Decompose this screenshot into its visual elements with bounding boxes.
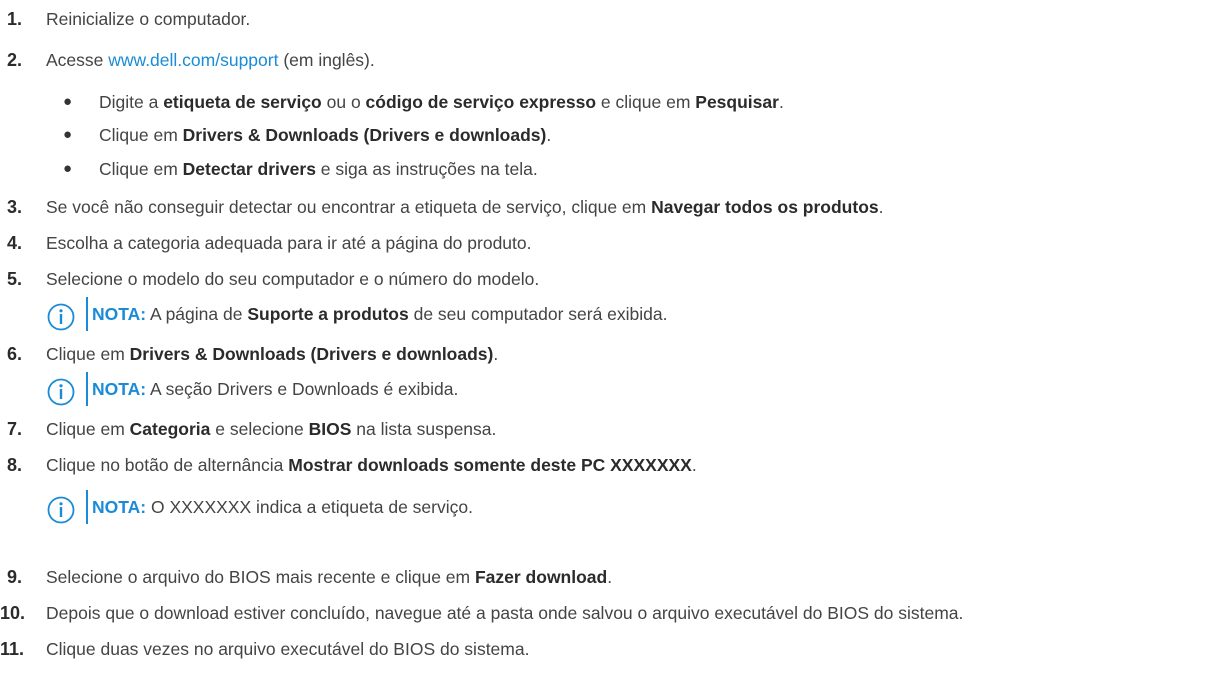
step-number: 8. <box>7 455 23 475</box>
step-number: 9. <box>7 567 23 587</box>
step-text: Escolha a categoria adequada para ir até… <box>46 233 532 253</box>
info-icon <box>47 303 75 331</box>
info-icon <box>47 378 75 406</box>
bullet-text: Digite a etiqueta de serviço ou o código… <box>99 92 784 112</box>
bullet-marker: ● <box>63 126 73 143</box>
step-number: 1. <box>7 9 23 29</box>
info-icon <box>47 496 75 524</box>
step-number: 3. <box>7 197 23 217</box>
bullet-marker: ● <box>63 93 73 110</box>
step-number: 2. <box>7 50 23 70</box>
step-number: 11. <box>0 639 25 659</box>
step-number: 5. <box>7 269 23 289</box>
step-text: Clique em Categoria e selecione BIOS na … <box>46 419 497 439</box>
note-divider <box>86 372 88 406</box>
bullet-text: Clique em Drivers & Downloads (Drivers e… <box>99 125 552 145</box>
note-divider <box>86 297 88 331</box>
step-text: Selecione o modelo do seu computador e o… <box>46 269 540 289</box>
step-text: Clique no botão de alternância Mostrar d… <box>46 455 697 475</box>
step-text: Reinicialize o computador. <box>46 9 251 29</box>
step-number: 6. <box>7 344 23 364</box>
dell-support-link[interactable]: www.dell.com/support <box>108 50 278 70</box>
note-divider <box>86 490 88 524</box>
note-text: NOTA: A página de Suporte a produtos de … <box>92 304 668 324</box>
bullet-marker: ● <box>63 160 73 177</box>
step-text: Depois que o download estiver concluído,… <box>46 603 964 623</box>
step-text: Selecione o arquivo do BIOS mais recente… <box>46 567 613 587</box>
step-number: 4. <box>7 233 23 253</box>
step-text: Clique em Drivers & Downloads (Drivers e… <box>46 344 499 364</box>
bullet-text: Clique em Detectar drivers e siga as ins… <box>99 159 538 179</box>
note-text: NOTA: O XXXXXXX indica a etiqueta de ser… <box>92 497 473 517</box>
step-text: Clique duas vezes no arquivo executável … <box>46 639 530 659</box>
step-number: 7. <box>7 419 23 439</box>
step-number: 10. <box>0 603 26 623</box>
note-text: NOTA: A seção Drivers e Downloads é exib… <box>92 379 459 399</box>
step-text: Acesse www.dell.com/support (em inglês). <box>46 50 375 70</box>
step-text: Se você não conseguir detectar ou encont… <box>46 197 884 217</box>
